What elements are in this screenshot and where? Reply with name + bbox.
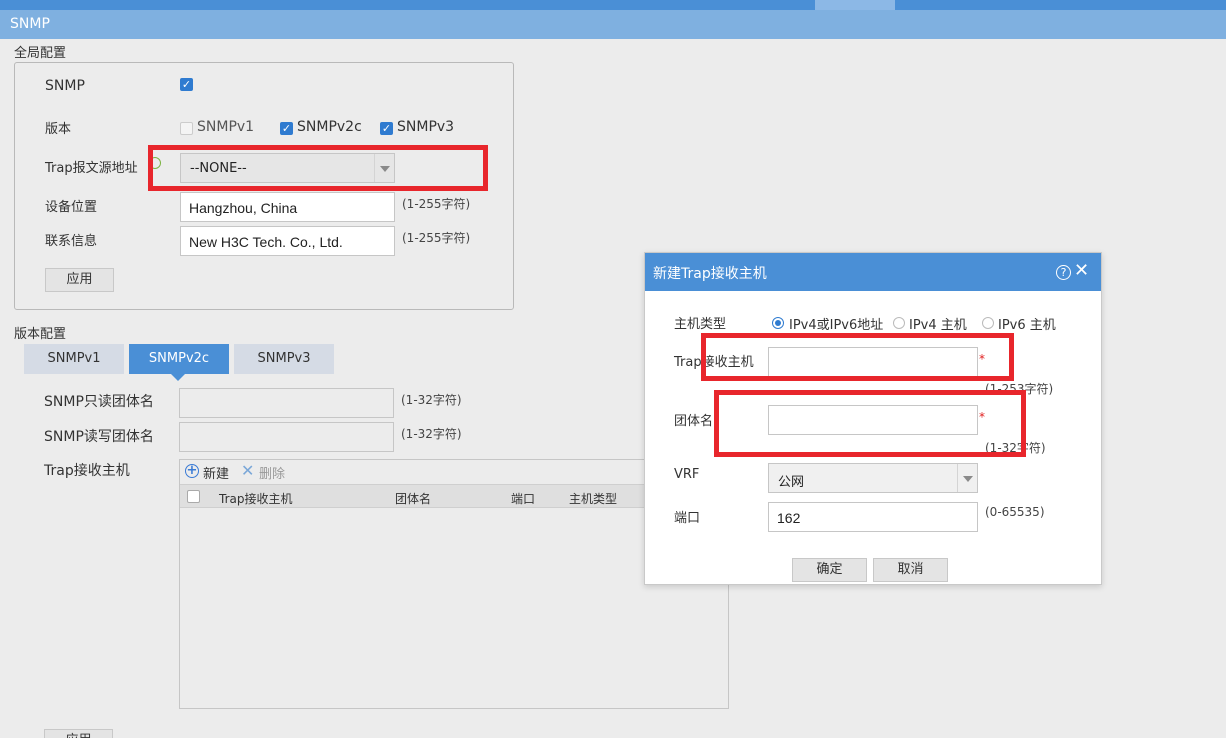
location-label: 设备位置 — [45, 200, 98, 215]
global-apply-button[interactable]: 应用 — [45, 268, 114, 292]
tab-snmpv2c[interactable]: SNMPv2c — [129, 344, 229, 374]
snmpv2c-label: SNMPv2c — [297, 119, 362, 135]
chevron-down-icon — [957, 464, 977, 492]
tab-snmpv1[interactable]: SNMPv1 — [24, 344, 124, 374]
port-hint: (0-65535) — [985, 505, 1045, 519]
new-button[interactable]: 新建 — [203, 463, 229, 482]
help-icon[interactable]: ? — [1056, 265, 1071, 280]
port-label: 端口 — [674, 511, 701, 526]
contact-input[interactable]: New H3C Tech. Co., Ltd. — [180, 226, 395, 256]
vrf-value: 公网 — [778, 475, 805, 490]
close-icon[interactable]: ✕ — [1074, 260, 1089, 281]
title-bar: SNMP — [0, 10, 1226, 39]
version-section-title: 版本配置 — [14, 327, 67, 342]
location-value: Hangzhou, China — [189, 200, 298, 216]
dialog-header: 新建Trap接收主机 ? ✕ — [645, 253, 1101, 291]
ro-community-input[interactable] — [179, 388, 394, 418]
snmpv3-label: SNMPv3 — [397, 119, 455, 135]
col-host-type[interactable]: 主机类型 — [569, 490, 617, 507]
delete-button[interactable]: 删除 — [259, 463, 285, 482]
ro-community-label: SNMP只读团体名 — [44, 394, 154, 410]
highlight-community — [714, 390, 1026, 457]
radio-ipv4-host[interactable] — [893, 317, 905, 329]
rw-community-input[interactable] — [179, 422, 394, 452]
version-apply-button[interactable]: 应用 — [44, 729, 113, 738]
col-trap-host[interactable]: Trap接收主机 — [219, 490, 292, 507]
location-input[interactable]: Hangzhou, China — [180, 192, 395, 222]
ok-button[interactable]: 确定 — [792, 558, 867, 582]
global-section-title: 全局配置 — [14, 46, 67, 61]
top-strip-gap — [815, 0, 895, 10]
contact-value: New H3C Tech. Co., Ltd. — [189, 234, 343, 250]
rw-community-label: SNMP读写团体名 — [44, 429, 154, 445]
radio-ipv4-or-ipv6-label: IPv4或IPv6地址 — [789, 318, 884, 333]
col-community[interactable]: 团体名 — [395, 490, 431, 507]
active-tab-caret — [170, 373, 186, 381]
add-icon[interactable]: + — [185, 464, 199, 478]
rw-community-hint: (1-32字符) — [401, 427, 462, 441]
ro-community-hint: (1-32字符) — [401, 393, 462, 407]
select-all-checkbox[interactable] — [187, 490, 200, 503]
window-title: SNMP — [10, 16, 50, 32]
top-strip — [0, 0, 1226, 10]
version-label: 版本 — [45, 122, 72, 137]
dialog-title: 新建Trap接收主机 — [653, 266, 767, 282]
radio-ipv6-host-label: IPv6 主机 — [998, 318, 1056, 333]
cancel-button[interactable]: 取消 — [873, 558, 948, 582]
radio-ipv6-host[interactable] — [982, 317, 994, 329]
trap-source-label: Trap报文源地址 — [45, 161, 138, 176]
vrf-select[interactable]: 公网 — [768, 463, 978, 493]
host-type-label: 主机类型 — [674, 317, 727, 332]
highlight-trap-source — [148, 145, 488, 191]
port-value: 162 — [777, 510, 801, 526]
location-hint: (1-255字符) — [402, 197, 471, 211]
contact-label: 联系信息 — [45, 234, 98, 249]
delete-icon[interactable]: ✕ — [241, 461, 254, 480]
community-field-label: 团体名 — [674, 414, 714, 429]
port-input[interactable]: 162 — [768, 502, 978, 532]
radio-ipv4-or-ipv6[interactable] — [772, 317, 784, 329]
snmpv2c-checkbox[interactable]: ✓ — [280, 122, 293, 135]
snmp-enable-checkbox[interactable]: ✓ — [180, 78, 193, 91]
radio-ipv4-host-label: IPv4 主机 — [909, 318, 967, 333]
snmp-label: SNMP — [45, 78, 85, 94]
tab-snmpv3[interactable]: SNMPv3 — [234, 344, 334, 374]
contact-hint: (1-255字符) — [402, 231, 471, 245]
snmpv3-checkbox[interactable]: ✓ — [380, 122, 393, 135]
trap-host-label: Trap接收主机 — [44, 463, 130, 479]
col-port[interactable]: 端口 — [511, 490, 535, 507]
snmpv1-checkbox[interactable] — [180, 122, 193, 135]
vrf-label: VRF — [674, 467, 700, 482]
snmpv1-label: SNMPv1 — [197, 119, 255, 135]
highlight-trap-host — [701, 333, 1014, 381]
